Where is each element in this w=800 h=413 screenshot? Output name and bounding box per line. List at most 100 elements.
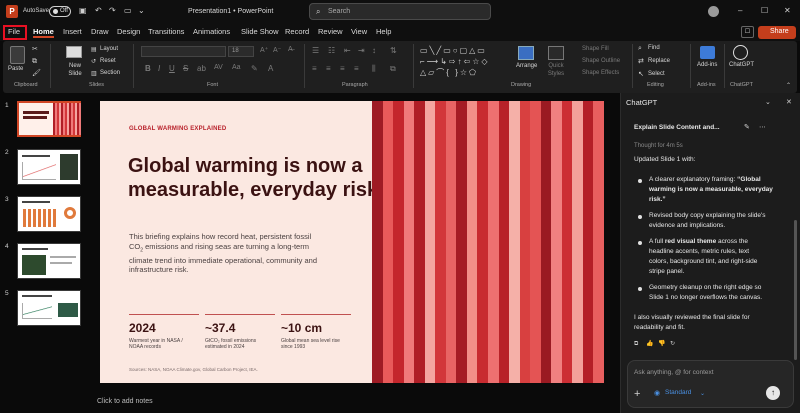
copy-icon[interactable]: ⧉ (634, 340, 638, 348)
align-right-icon[interactable]: ≡ (340, 64, 345, 73)
more-options-icon[interactable]: ⋯ (759, 124, 766, 132)
quick-styles-button[interactable]: Quick Styles (544, 62, 568, 78)
numbering-icon[interactable]: ☷ (328, 46, 335, 55)
regenerate-icon[interactable]: ↻ (670, 340, 675, 348)
slide-thumbnail-3[interactable] (17, 196, 81, 232)
font-color-icon[interactable]: A (268, 64, 273, 73)
select-button[interactable]: Select (648, 71, 665, 77)
tab-home[interactable]: Home (33, 27, 54, 38)
increase-font-icon[interactable]: A⁺ (260, 46, 268, 54)
share-button[interactable]: Share (758, 26, 796, 39)
maximize-icon[interactable]: ☐ (761, 7, 768, 15)
tab-design[interactable]: Design (117, 27, 140, 36)
tab-view[interactable]: View (351, 27, 367, 36)
tab-insert[interactable]: Insert (63, 27, 82, 36)
find-button[interactable]: Find (648, 45, 660, 51)
tab-animations[interactable]: Animations (193, 27, 230, 36)
align-left-icon[interactable]: ≡ (312, 64, 317, 73)
decrease-font-icon[interactable]: A⁻ (273, 46, 281, 54)
highlight-icon[interactable]: ✎ (251, 64, 258, 73)
chat-scrollbar[interactable] (794, 220, 797, 360)
char-spacing-icon[interactable]: AV (214, 64, 223, 71)
collapse-ribbon-icon[interactable]: ⌃ (786, 82, 791, 90)
format-painter-icon[interactable]: 🖌 (32, 70, 41, 78)
section-button[interactable]: Section (100, 70, 120, 76)
slide-canvas[interactable]: GLOBAL WARMING EXPLAINED Global warming … (100, 101, 604, 383)
line-spacing-icon[interactable]: ↕ (372, 46, 376, 55)
autosave-toggle[interactable]: Off (49, 6, 71, 17)
search-box[interactable]: ⌕ Search (309, 3, 491, 20)
tab-review[interactable]: Review (318, 27, 343, 36)
bullets-icon[interactable]: ☰ (312, 46, 319, 55)
tab-transitions[interactable]: Transitions (148, 27, 184, 36)
comments-button[interactable]: ☐ (741, 26, 754, 38)
avatar[interactable] (708, 6, 719, 17)
model-selector[interactable]: Standard (665, 388, 691, 398)
slide-thumbnail-5[interactable] (17, 290, 81, 326)
slide-thumbnail-2[interactable] (17, 149, 81, 185)
columns-icon[interactable]: ⫼ (372, 64, 376, 74)
decrease-indent-icon[interactable]: ⇤ (344, 46, 351, 55)
shape-outline-button[interactable]: Shape Outline (582, 58, 620, 64)
quick-styles-icon (548, 46, 564, 60)
bold-icon[interactable]: B (145, 64, 151, 73)
copy-icon[interactable]: ⧉ (32, 58, 37, 66)
new-slide-button[interactable]: New Slide (64, 62, 86, 78)
chevron-down-icon[interactable]: ⌄ (765, 99, 771, 107)
shapes-gallery[interactable]: ▭╲╱▭○▢△▭ ⌐⟶↳⇨↑⇦☆◇ △▱⌒{ }☆⬠ (420, 45, 512, 80)
clear-format-icon[interactable]: A̶ (288, 46, 293, 53)
paste-icon (10, 46, 25, 64)
increase-indent-icon[interactable]: ⇥ (358, 46, 365, 55)
find-icon: ⌕ (638, 45, 642, 52)
replace-button[interactable]: Replace (648, 58, 670, 64)
minimize-icon[interactable]: – (738, 7, 742, 15)
chevron-down-icon[interactable]: ⌄ (700, 390, 705, 398)
change-case-icon[interactable]: Aa (232, 64, 241, 71)
shadow-icon[interactable]: ab (197, 64, 206, 73)
warming-stripe (488, 101, 500, 383)
cut-icon[interactable]: ✂ (32, 46, 38, 54)
reset-button[interactable]: Reset (100, 58, 116, 64)
add-icon[interactable]: + (634, 389, 640, 400)
tab-help[interactable]: Help (376, 27, 391, 36)
font-name-box[interactable] (141, 46, 226, 57)
underline-icon[interactable]: U (169, 64, 175, 73)
separator (690, 44, 691, 88)
paste-label[interactable]: Paste (8, 66, 23, 72)
justify-icon[interactable]: ≡ (354, 64, 359, 73)
smartart-icon[interactable]: ⧉ (390, 64, 396, 74)
thumbs-down-icon[interactable]: 👎 (658, 340, 665, 348)
arrange-button[interactable]: Arrange (516, 63, 537, 69)
thumbs-up-icon[interactable]: 👍 (646, 340, 653, 348)
updated-intro: Updated Slide 1 with: (634, 156, 696, 163)
layout-button[interactable]: Layout (100, 46, 118, 52)
tab-record[interactable]: Record (285, 27, 309, 36)
undo-icon[interactable]: ↶ (95, 7, 102, 15)
slide-thumbnail-4[interactable] (17, 243, 81, 279)
shape-effects-button[interactable]: Shape Effects (582, 70, 619, 76)
slide-thumbnail-1[interactable] (17, 101, 81, 137)
close-icon[interactable]: ✕ (784, 7, 791, 15)
strikethrough-icon[interactable]: S (183, 64, 188, 73)
redo-icon[interactable]: ↷ (109, 7, 116, 15)
close-panel-icon[interactable]: ✕ (786, 99, 792, 107)
chat-input-placeholder[interactable]: Ask anything, @ for context (634, 368, 714, 378)
add-ins-button[interactable]: Add-ins (697, 62, 717, 68)
notes-placeholder[interactable]: Click to add notes (97, 398, 153, 405)
warming-stripe (498, 101, 510, 383)
tab-draw[interactable]: Draw (91, 27, 109, 36)
present-icon[interactable]: ▭ (124, 7, 132, 15)
font-size-box[interactable]: 18 (228, 46, 254, 57)
more-commands-icon[interactable]: ⌄ (138, 7, 145, 15)
save-icon[interactable]: ▣ (79, 7, 87, 15)
chatgpt-button[interactable]: ChatGPT (729, 62, 754, 68)
shape-fill-button[interactable]: Shape Fill (582, 46, 609, 52)
metric-value: ~10 cm (281, 321, 323, 335)
align-center-icon[interactable]: ≡ (326, 64, 331, 73)
italic-icon[interactable]: I (158, 64, 160, 73)
tab-slide-show[interactable]: Slide Show (241, 27, 279, 36)
send-button[interactable]: ↑ (766, 386, 780, 400)
text-direction-icon[interactable]: ⇅ (390, 46, 397, 55)
edit-icon[interactable]: ✎ (744, 124, 750, 132)
bullet (638, 179, 642, 183)
